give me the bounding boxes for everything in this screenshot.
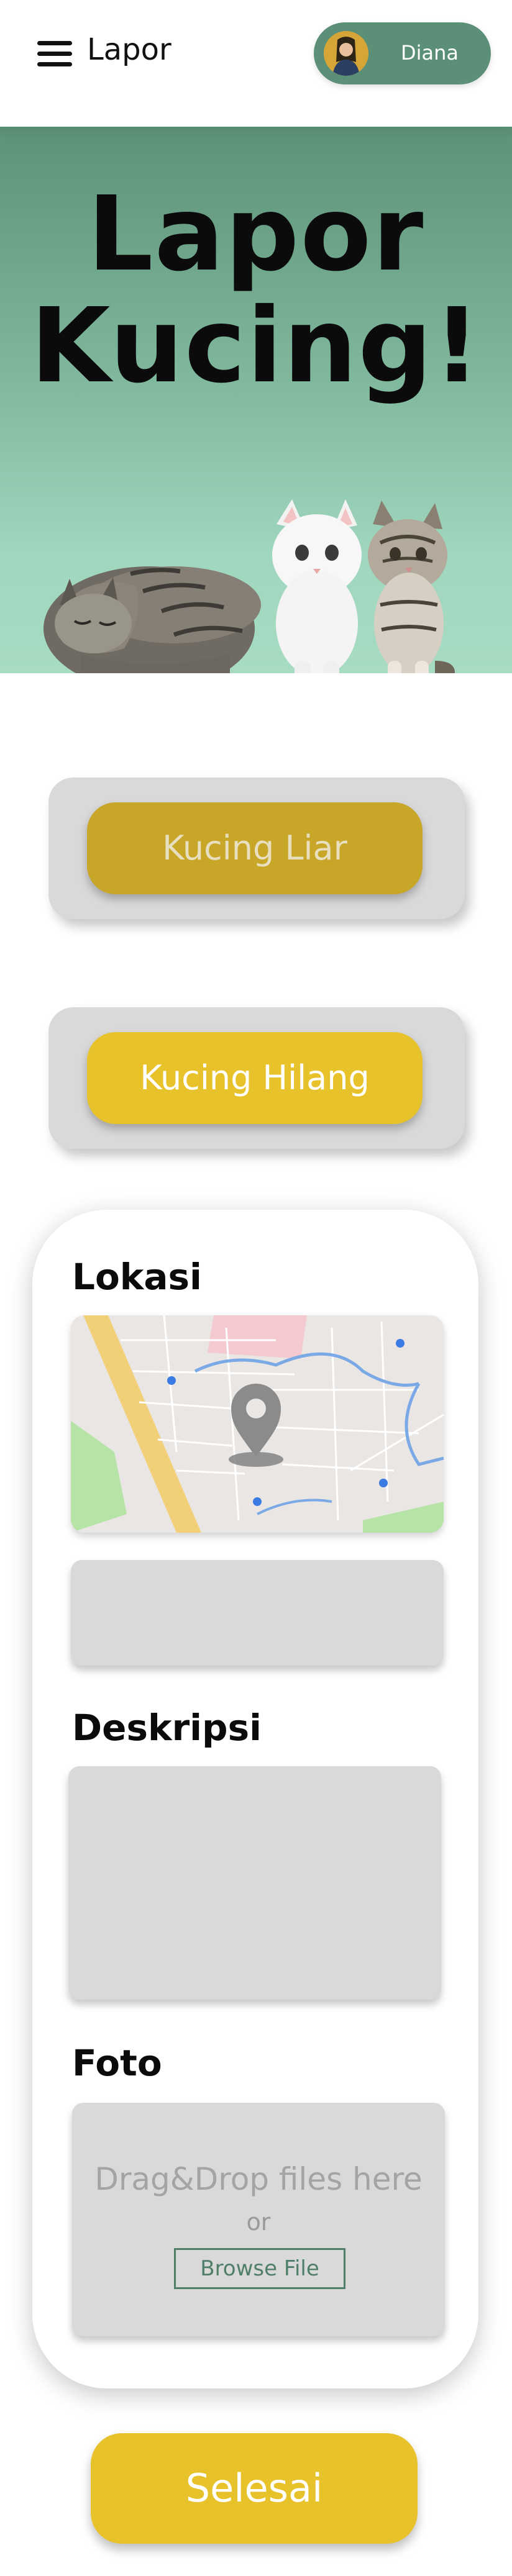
- browse-file-button[interactable]: Browse File: [174, 2248, 345, 2289]
- location-label: Lokasi: [72, 1256, 202, 1298]
- photo-label: Foto: [72, 2042, 162, 2084]
- white-kitten: [272, 499, 362, 673]
- map-pin-icon: [229, 1383, 283, 1467]
- photo-dropzone[interactable]: Drag&Drop files here or Browse File: [72, 2103, 445, 2336]
- tabby-kitten: [368, 501, 455, 673]
- user-avatar: [324, 31, 368, 76]
- selesai-button[interactable]: Selesai: [91, 2433, 418, 2544]
- kucing-liar-button[interactable]: Kucing Liar: [87, 802, 423, 894]
- kucing-hilang-card: Kucing Hilang: [48, 1007, 465, 1149]
- location-input[interactable]: [71, 1560, 444, 1666]
- sleeping-cat: [43, 566, 261, 673]
- app-title: Lapor: [87, 32, 171, 67]
- kucing-liar-card: Kucing Liar: [48, 778, 465, 919]
- dropzone-text: Drag&Drop files here: [94, 2161, 423, 2197]
- dropzone-or-text: or: [246, 2208, 271, 2236]
- hamburger-menu-icon[interactable]: [37, 41, 72, 67]
- report-form-card: Lokasi Deskripsi Foto Drag&Drop files he…: [32, 1210, 478, 2388]
- user-name: Diana: [401, 41, 459, 65]
- app-header: Lapor Diana: [0, 0, 512, 127]
- user-profile-button[interactable]: Diana: [314, 22, 491, 84]
- description-textarea[interactable]: [68, 1766, 441, 2000]
- hero-banner: Lapor Kucing!: [0, 127, 512, 673]
- kucing-hilang-button[interactable]: Kucing Hilang: [87, 1032, 423, 1124]
- location-map[interactable]: [71, 1315, 444, 1533]
- cats-illustration: [43, 499, 455, 673]
- description-label: Deskripsi: [72, 1707, 262, 1749]
